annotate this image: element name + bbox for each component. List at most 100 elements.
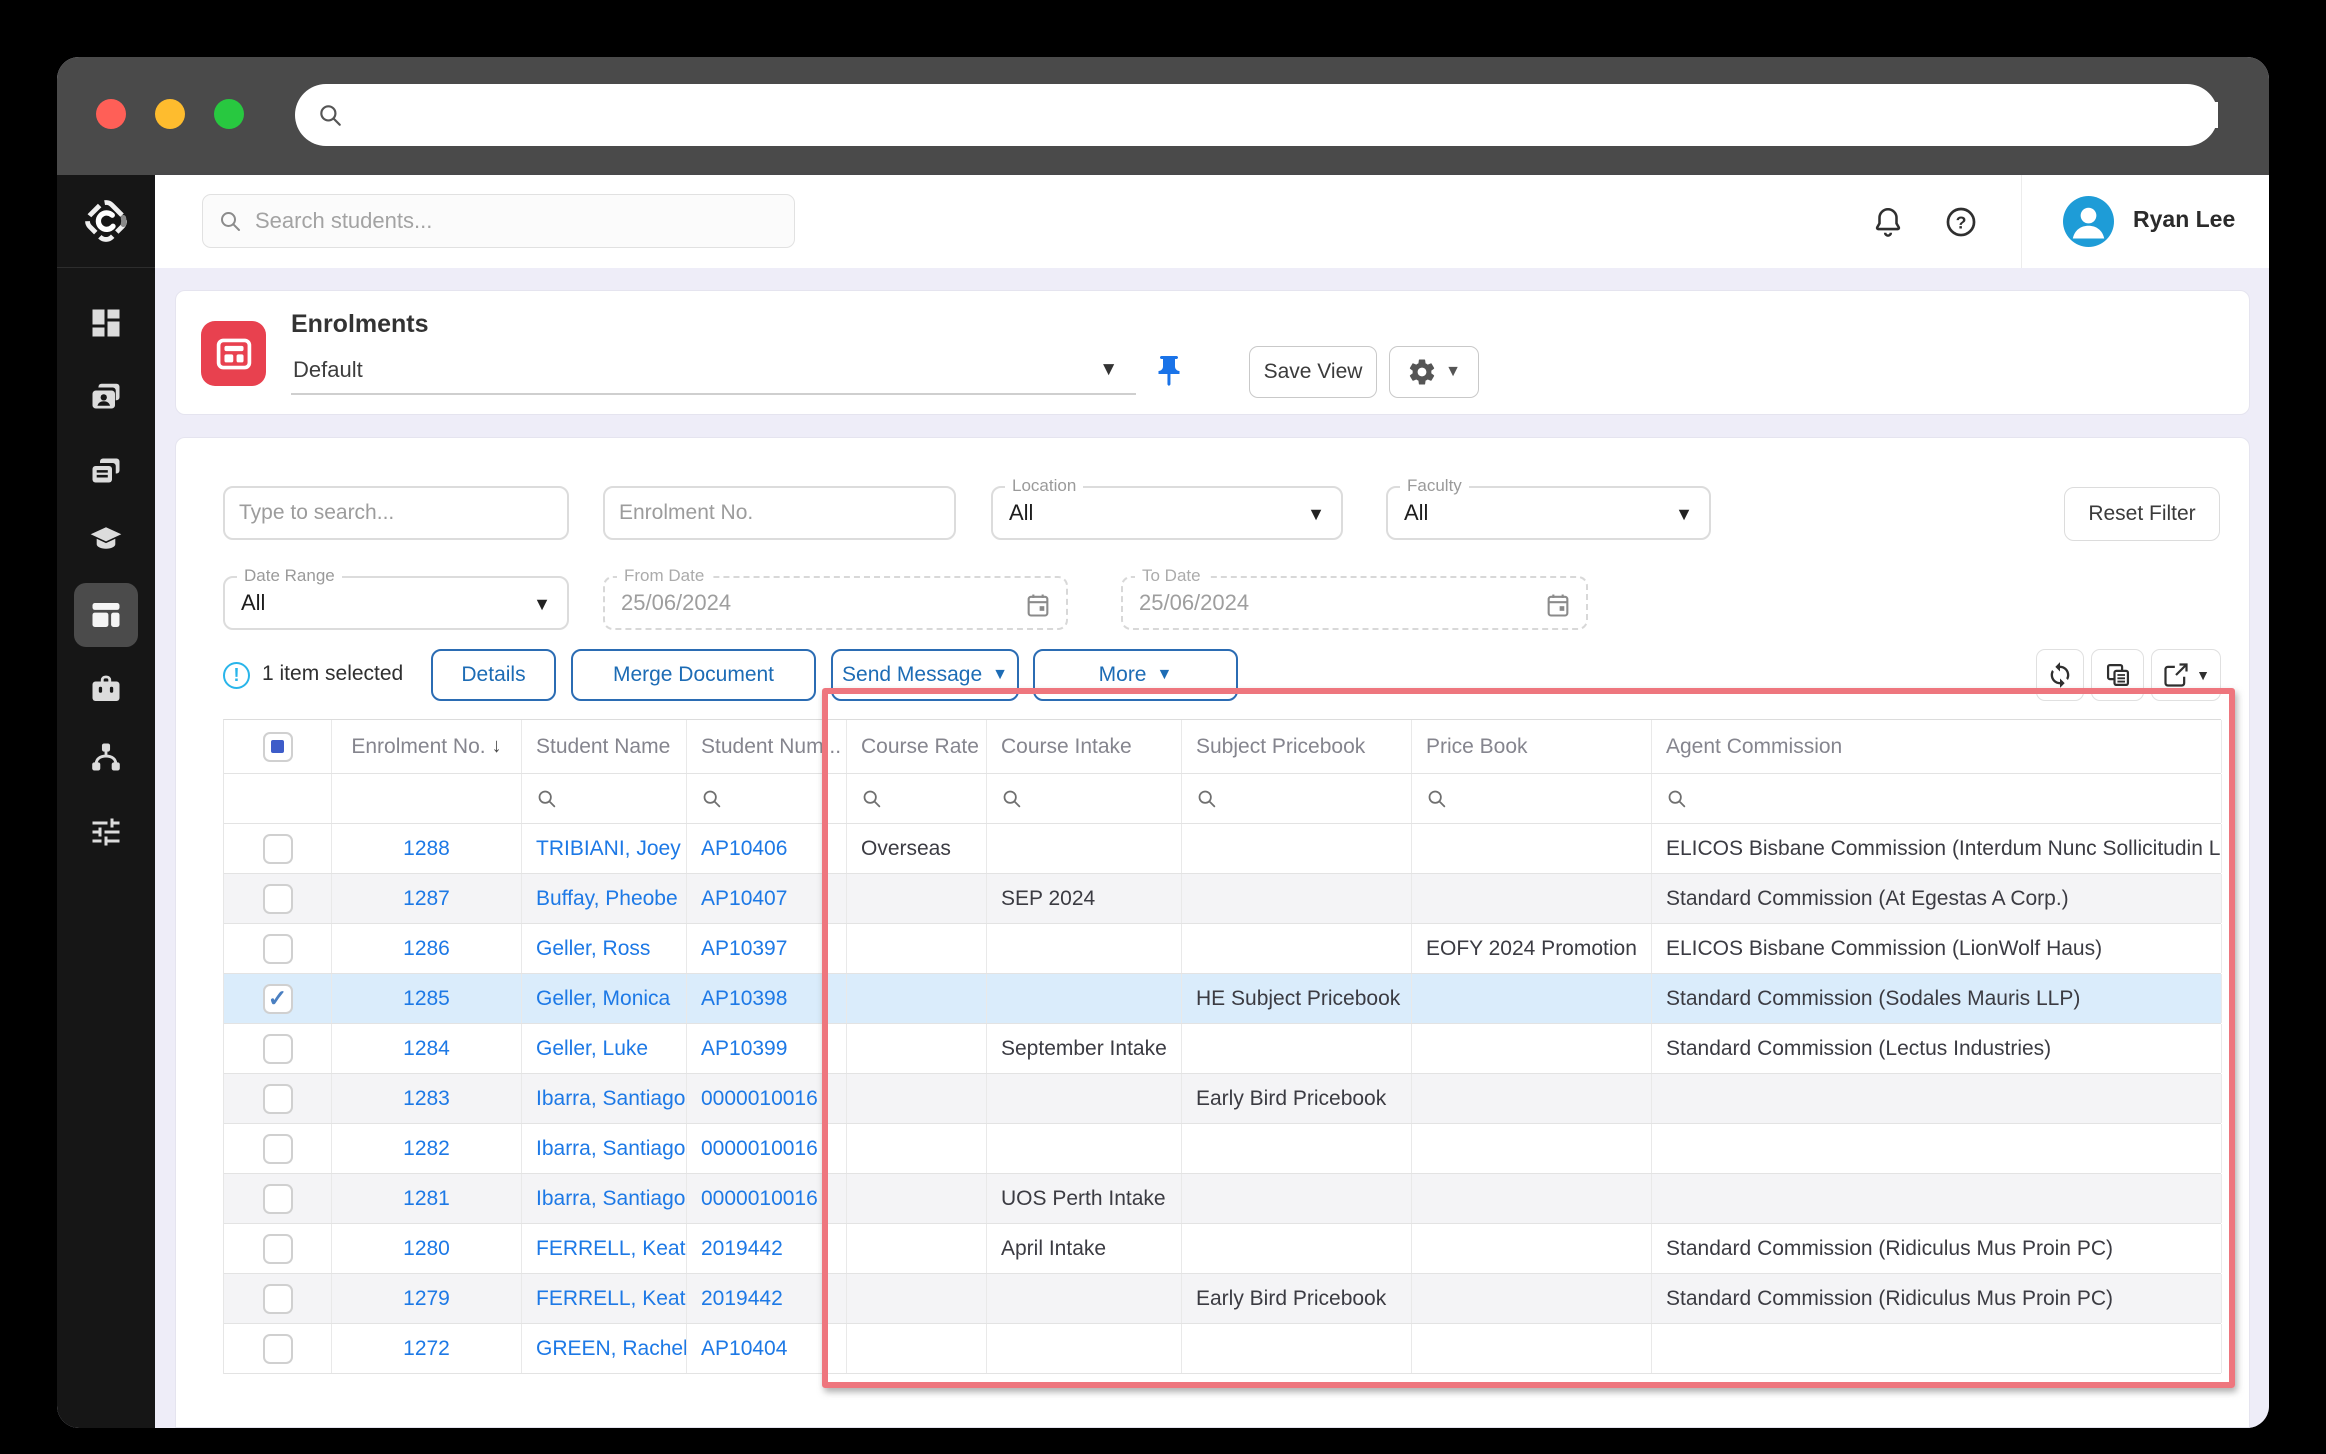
enrolment-no-link[interactable]: 1285 xyxy=(332,974,522,1023)
column-header-course-rate[interactable]: Course Rate xyxy=(847,720,987,773)
row-checkbox[interactable] xyxy=(263,1234,293,1264)
close-window-button[interactable] xyxy=(96,99,126,129)
sidebar-item-enrolments[interactable] xyxy=(74,583,138,647)
refresh-button[interactable] xyxy=(2036,649,2084,701)
enrolment-no-input[interactable] xyxy=(619,488,944,538)
user-name[interactable]: Ryan Lee xyxy=(2133,206,2235,233)
student-name-link[interactable]: Ibarra, Santiago xyxy=(522,1074,687,1123)
column-header-student-number[interactable]: Student Num... xyxy=(687,720,847,773)
filter-agent-commission[interactable] xyxy=(1652,774,2222,823)
sidebar-item-toolbox[interactable] xyxy=(74,657,138,721)
enrolment-no-link[interactable]: 1282 xyxy=(332,1124,522,1173)
student-number-link[interactable]: AP10404 xyxy=(687,1324,847,1373)
sidebar-item-students[interactable] xyxy=(74,366,138,430)
table-row[interactable]: 1280 FERRELL, Keat... 2019442 April Inta… xyxy=(224,1224,2221,1274)
column-header-price-book[interactable]: Price Book xyxy=(1412,720,1652,773)
row-checkbox[interactable] xyxy=(263,934,293,964)
select-all-checkbox[interactable] xyxy=(263,732,293,762)
table-row[interactable]: 1285 Geller, Monica AP10398 HE Subject P… xyxy=(224,974,2221,1024)
column-header-student-name[interactable]: Student Name xyxy=(522,720,687,773)
save-view-button[interactable]: Save View xyxy=(1249,346,1377,398)
app-logo[interactable] xyxy=(57,175,155,268)
notifications-bell-icon[interactable] xyxy=(1871,205,1905,239)
row-checkbox[interactable] xyxy=(263,884,293,914)
sidebar-item-courses[interactable] xyxy=(74,508,138,572)
enrolment-no-link[interactable]: 1287 xyxy=(332,874,522,923)
date-range-select[interactable]: Date Range All ▼ xyxy=(223,576,569,630)
table-row[interactable]: 1272 GREEN, Rachel AP10404 xyxy=(224,1324,2221,1374)
filter-course-rate[interactable] xyxy=(847,774,987,823)
sidebar-item-preferences[interactable] xyxy=(74,800,138,864)
student-number-link[interactable]: AP10407 xyxy=(687,874,847,923)
faculty-select[interactable]: Faculty All ▼ xyxy=(1386,486,1711,540)
location-select[interactable]: Location All ▼ xyxy=(991,486,1343,540)
student-number-link[interactable]: AP10398 xyxy=(687,974,847,1023)
table-row[interactable]: 1284 Geller, Luke AP10399 September Inta… xyxy=(224,1024,2221,1074)
student-number-link[interactable]: AP10399 xyxy=(687,1024,847,1073)
table-row[interactable]: 1281 Ibarra, Santiago 0000010016 UOS Per… xyxy=(224,1174,2221,1224)
row-checkbox[interactable] xyxy=(263,1184,293,1214)
copy-button[interactable] xyxy=(2091,649,2144,701)
zoom-window-button[interactable] xyxy=(214,99,244,129)
student-number-link[interactable]: 0000010016 xyxy=(687,1074,847,1123)
reset-filter-button[interactable]: Reset Filter xyxy=(2064,487,2220,541)
student-name-link[interactable]: GREEN, Rachel xyxy=(522,1324,687,1373)
student-name-link[interactable]: FERRELL, Keat... xyxy=(522,1274,687,1323)
row-checkbox[interactable] xyxy=(263,1284,293,1314)
export-button[interactable]: ▼ xyxy=(2151,649,2221,701)
more-button[interactable]: More▼ xyxy=(1033,649,1238,701)
student-number-link[interactable]: 2019442 xyxy=(687,1224,847,1273)
quick-search-field[interactable] xyxy=(223,486,569,540)
help-icon[interactable]: ? xyxy=(1944,205,1978,239)
enrolment-no-link[interactable]: 1288 xyxy=(332,824,522,873)
student-name-link[interactable]: Ibarra, Santiago xyxy=(522,1124,687,1173)
enrolment-no-link[interactable]: 1281 xyxy=(332,1174,522,1223)
filter-student-name[interactable] xyxy=(522,774,687,823)
column-header-course-intake[interactable]: Course Intake xyxy=(987,720,1182,773)
student-number-link[interactable]: AP10406 xyxy=(687,824,847,873)
student-search[interactable] xyxy=(202,194,795,248)
student-name-link[interactable]: TRIBIANI, Joey xyxy=(522,824,687,873)
row-checkbox[interactable] xyxy=(263,1134,293,1164)
column-header-agent-commission[interactable]: Agent Commission xyxy=(1652,720,2222,773)
table-row[interactable]: 1286 Geller, Ross AP10397 EOFY 2024 Prom… xyxy=(224,924,2221,974)
filter-course-intake[interactable] xyxy=(987,774,1182,823)
student-name-link[interactable]: Ibarra, Santiago xyxy=(522,1174,687,1223)
enrolment-no-link[interactable]: 1283 xyxy=(332,1074,522,1123)
student-number-link[interactable]: 0000010016 xyxy=(687,1124,847,1173)
enrolment-no-field[interactable] xyxy=(603,486,956,540)
enrolment-no-link[interactable]: 1286 xyxy=(332,924,522,973)
table-row[interactable]: 1279 FERRELL, Keat... 2019442 Early Bird… xyxy=(224,1274,2221,1324)
student-name-link[interactable]: Buffay, Pheobe xyxy=(522,874,687,923)
quick-search-input[interactable] xyxy=(239,488,557,538)
row-checkbox[interactable] xyxy=(263,1084,293,1114)
table-row[interactable]: 1288 TRIBIANI, Joey AP10406 Overseas ELI… xyxy=(224,824,2221,874)
row-checkbox[interactable] xyxy=(263,1034,293,1064)
row-checkbox[interactable] xyxy=(263,834,293,864)
view-settings-button[interactable]: ▼ xyxy=(1389,346,1479,398)
table-row[interactable]: 1282 Ibarra, Santiago 0000010016 xyxy=(224,1124,2221,1174)
send-message-button[interactable]: Send Message▼ xyxy=(831,649,1019,701)
column-header-subject-pricebook[interactable]: Subject Pricebook xyxy=(1182,720,1412,773)
enrolment-no-link[interactable]: 1284 xyxy=(332,1024,522,1073)
student-number-link[interactable]: 2019442 xyxy=(687,1274,847,1323)
student-name-link[interactable]: Geller, Ross xyxy=(522,924,687,973)
filter-price-book[interactable] xyxy=(1412,774,1652,823)
enrolment-no-link[interactable]: 1272 xyxy=(332,1324,522,1373)
table-row[interactable]: 1287 Buffay, Pheobe AP10407 SEP 2024 Sta… xyxy=(224,874,2221,924)
view-selector[interactable]: Default ▼ xyxy=(291,349,1136,395)
pin-view-icon[interactable] xyxy=(1151,353,1187,389)
enrolment-no-link[interactable]: 1279 xyxy=(332,1274,522,1323)
column-header-enrolment-no[interactable]: Enrolment No.↓ xyxy=(332,720,522,773)
sidebar-item-documents[interactable] xyxy=(74,440,138,504)
student-name-link[interactable]: Geller, Monica xyxy=(522,974,687,1023)
user-avatar[interactable] xyxy=(2063,196,2114,247)
details-button[interactable]: Details xyxy=(431,649,556,701)
student-search-input[interactable] xyxy=(255,208,794,234)
row-checkbox[interactable] xyxy=(263,1334,293,1364)
minimize-window-button[interactable] xyxy=(155,99,185,129)
sidebar-item-network[interactable] xyxy=(74,725,138,789)
sidebar-item-dashboard[interactable] xyxy=(74,291,138,355)
browser-url-bar[interactable] xyxy=(295,84,2218,146)
enrolment-no-link[interactable]: 1280 xyxy=(332,1224,522,1273)
